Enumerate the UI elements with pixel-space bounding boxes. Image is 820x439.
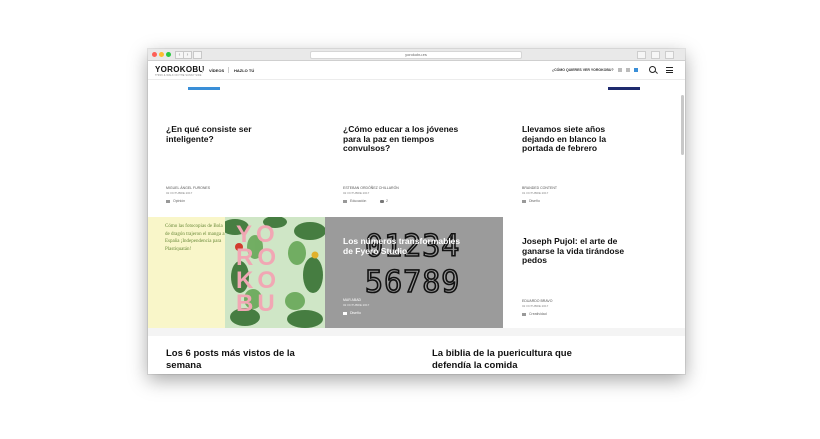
view-mode-prompt[interactable]: ¿CÓMO QUIERES VER YOROKOBU? (552, 68, 614, 72)
menu-icon[interactable] (666, 67, 673, 75)
site-logo[interactable]: YOROKOBU (155, 65, 205, 74)
section-divider (148, 328, 685, 336)
quote-text: Cómo las fotocopias de Bola de dragón tr… (165, 224, 225, 252)
article-author[interactable]: BRANDED CONTENT (522, 186, 557, 190)
most-viewed-title[interactable]: Los 6 posts más vistos de la semana (166, 348, 316, 371)
nav-hazlo-tu[interactable]: HAZLO TÚ (234, 68, 254, 73)
comment-icon (380, 199, 384, 203)
tag-icon (522, 199, 526, 203)
browser-window: ‹ › yorokobu.es YOROKOBU THINK & WALK ON… (148, 49, 685, 374)
article-author[interactable]: EDUARDO BRAVO (522, 299, 552, 303)
article-title[interactable]: Los números transformables de Fyero Stud… (343, 236, 463, 256)
article-tag[interactable]: Diseño (522, 199, 540, 203)
sidebar-icon[interactable] (193, 51, 202, 59)
share-icon[interactable] (651, 51, 660, 59)
list-view-icon[interactable] (626, 68, 630, 72)
article-date: 01 OCTUBRE 2017 (522, 191, 549, 195)
browser-toolbar: ‹ › yorokobu.es (148, 49, 685, 61)
site-header: YOROKOBU THINK & WALK ON THE SUNNY SIDE … (148, 61, 685, 80)
article-author[interactable]: MIGUEL ÁNGEL FURONES (166, 186, 210, 190)
nav-divider (202, 67, 203, 73)
article-title[interactable]: Joseph Pujol: el arte de ganarse la vida… (522, 236, 632, 266)
article-tag[interactable]: Opinión (166, 199, 185, 203)
download-icon[interactable] (637, 51, 646, 59)
zoom-window-icon[interactable] (166, 52, 171, 57)
nav-divider (228, 67, 229, 73)
nav-videos[interactable]: VÍDEOS (209, 68, 224, 73)
article-date: 02 OCTUBRE 2017 (166, 191, 193, 195)
article-title[interactable]: La biblia de la puericultura que defendí… (432, 348, 582, 371)
article-author[interactable]: ESTEBAN ORDÓÑEZ CHILLARÓN (343, 186, 399, 190)
fyero-article-card[interactable]: 01234 56789 Los números transformables d… (325, 217, 503, 328)
tabs-icon[interactable] (665, 51, 674, 59)
article-title[interactable]: Llevamos siete años dejando en blanco la… (522, 124, 622, 154)
forward-icon[interactable]: › (183, 51, 192, 59)
search-icon[interactable] (649, 66, 656, 73)
tag-icon (166, 199, 170, 203)
tag-icon (343, 311, 347, 315)
url-text: yorokobu.es (405, 52, 427, 57)
tag-icon (522, 312, 526, 316)
mosaic-view-icon[interactable] (634, 68, 638, 72)
article-tag[interactable]: Creatividad (522, 312, 547, 316)
tag-icon (343, 199, 347, 203)
card-accent-bar (608, 87, 640, 90)
article-date: 02 OCTUBRE 2017 (343, 191, 370, 195)
site-tagline: THINK & WALK ON THE SUNNY SIDE (155, 74, 202, 77)
comment-count[interactable]: 2 (380, 199, 388, 203)
article-author[interactable]: MAR ABAD (343, 298, 361, 302)
card-accent-bar (188, 87, 220, 90)
featured-quote-card[interactable]: Cómo las fotocopias de Bola de dragón tr… (148, 217, 325, 328)
article-tag[interactable]: Diseño (343, 311, 361, 315)
grid-view-icon[interactable] (618, 68, 622, 72)
address-bar[interactable]: yorokobu.es (310, 51, 522, 59)
article-title[interactable]: ¿En qué consiste ser inteligente? (166, 124, 266, 144)
article-tag[interactable]: Educación (343, 199, 366, 203)
article-title[interactable]: ¿Cómo educar a los jóvenes para la paz e… (343, 124, 468, 154)
article-date: 02 OCTUBRE 2017 (343, 303, 370, 307)
yorokobu-letters: YO RO KO BU (236, 221, 281, 317)
close-window-icon[interactable] (152, 52, 157, 57)
minimize-window-icon[interactable] (159, 52, 164, 57)
bird-icon (311, 251, 319, 259)
article-date: 02 OCTUBRE 2017 (522, 304, 549, 308)
scrollbar[interactable] (681, 95, 684, 155)
